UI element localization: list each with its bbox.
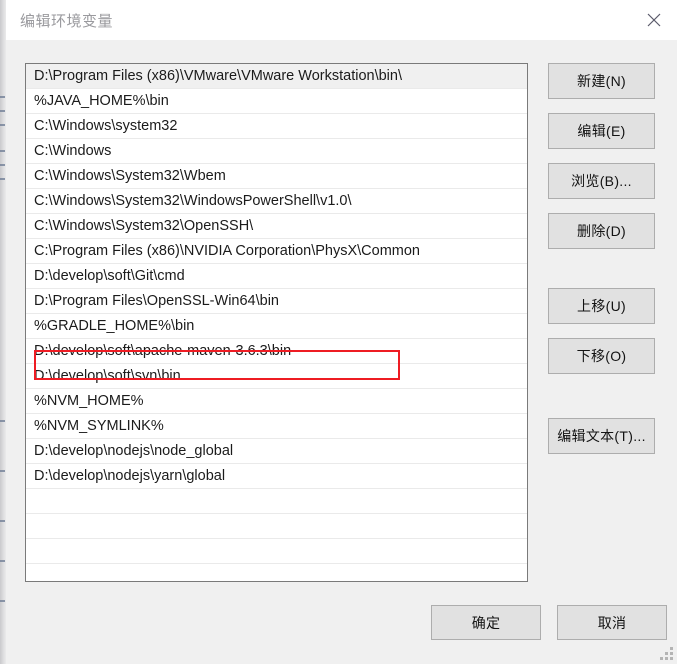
background-window-fleck (0, 96, 5, 98)
path-entry-empty-row[interactable] (26, 489, 527, 514)
dialog-client-area: D:\Program Files (x86)\VMware\VMware Wor… (6, 40, 677, 664)
title-bar[interactable]: 编辑环境变量 (6, 0, 677, 40)
edit-environment-variable-dialog: 编辑环境变量 D:\Program Files (x86)\VMware\VMw… (6, 0, 677, 664)
edit-text-button[interactable]: 编辑文本(T)... (548, 418, 655, 454)
path-entry-row[interactable]: %NVM_HOME% (26, 389, 527, 414)
background-window-fleck (0, 560, 5, 562)
background-window-fleck (0, 124, 5, 126)
path-entry-empty-row[interactable] (26, 539, 527, 564)
window-title: 编辑环境变量 (20, 13, 114, 30)
delete-button[interactable]: 删除(D) (548, 213, 655, 249)
path-entry-row[interactable]: %JAVA_HOME%\bin (26, 89, 527, 114)
resize-grip-dot (670, 652, 673, 655)
resize-grip-dot (665, 652, 668, 655)
path-entry-empty-row[interactable] (26, 514, 527, 539)
path-entry-row[interactable]: D:\develop\soft\svn\bin (26, 364, 527, 389)
path-entry-row[interactable]: C:\Windows\system32 (26, 114, 527, 139)
background-window-fleck (0, 150, 5, 152)
path-entry-row[interactable]: C:\Program Files (x86)\NVIDIA Corporatio… (26, 239, 527, 264)
background-window-fleck (0, 164, 5, 166)
background-window-fleck (0, 600, 5, 602)
background-window-fleck (0, 110, 5, 112)
path-entry-row[interactable]: C:\Windows\System32\OpenSSH\ (26, 214, 527, 239)
resize-grip-dot (665, 657, 668, 660)
new-button[interactable]: 新建(N) (548, 63, 655, 99)
path-entry-row[interactable]: D:\develop\soft\Git\cmd (26, 264, 527, 289)
path-entry-row[interactable]: D:\develop\nodejs\yarn\global (26, 464, 527, 489)
background-window-fleck (0, 178, 5, 180)
path-entry-empty-row[interactable] (26, 564, 527, 581)
path-entry-row[interactable]: C:\Windows\System32\Wbem (26, 164, 527, 189)
resize-grip-dot (660, 657, 663, 660)
screen: 编辑环境变量 D:\Program Files (x86)\VMware\VMw… (0, 0, 677, 664)
edit-button[interactable]: 编辑(E) (548, 113, 655, 149)
path-entry-row[interactable]: %GRADLE_HOME%\bin (26, 314, 527, 339)
background-window-fleck (0, 520, 5, 522)
path-entry-row[interactable]: C:\Windows\System32\WindowsPowerShell\v1… (26, 189, 527, 214)
path-entry-row[interactable]: %NVM_SYMLINK% (26, 414, 527, 439)
background-window-fleck (0, 470, 5, 472)
path-entry-row[interactable]: D:\Program Files\OpenSSL-Win64\bin (26, 289, 527, 314)
move-up-button[interactable]: 上移(U) (548, 288, 655, 324)
close-icon[interactable] (631, 0, 677, 40)
background-window-fleck (0, 420, 5, 422)
resize-grip-dot (670, 647, 673, 650)
path-entry-row[interactable]: D:\develop\soft\apache-maven-3.6.3\bin (26, 339, 527, 364)
path-entry-row[interactable]: D:\develop\nodejs\node_global (26, 439, 527, 464)
move-down-button[interactable]: 下移(O) (548, 338, 655, 374)
cancel-button[interactable]: 取消 (557, 605, 667, 640)
resize-grip-icon[interactable] (660, 647, 673, 660)
path-entry-row[interactable]: D:\Program Files (x86)\VMware\VMware Wor… (26, 64, 527, 89)
path-entries-list[interactable]: D:\Program Files (x86)\VMware\VMware Wor… (25, 63, 528, 582)
ok-button[interactable]: 确定 (431, 605, 541, 640)
browse-button[interactable]: 浏览(B)... (548, 163, 655, 199)
resize-grip-dot (670, 657, 673, 660)
path-entry-row[interactable]: C:\Windows (26, 139, 527, 164)
